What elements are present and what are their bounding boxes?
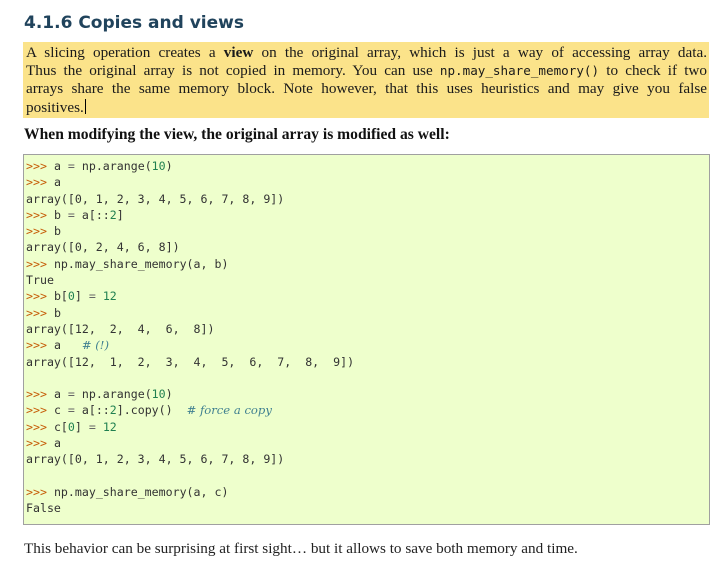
code-block[interactable]: >>> a = np.arange(10) >>> a array([0, 1,… (23, 154, 710, 525)
code-line: >>> a = np.arange(10) (26, 158, 709, 174)
operator: = (88, 419, 96, 434)
code-line: >>> b = a[::2] (26, 207, 709, 223)
code-text: b[ (53, 289, 68, 304)
code-line: >>> c[0] = 12 (26, 419, 709, 435)
code-line: >>> a (26, 174, 709, 190)
document-page: 4.1.6 Copies and views A slicing operati… (0, 0, 727, 566)
code-output: array([12, 1, 2, 3, 4, 5, 6, 7, 8, 9]) (26, 354, 355, 369)
prompt: >>> (26, 419, 47, 434)
code-text: np.arange( (74, 159, 152, 173)
intro-line-4: positives. (26, 98, 707, 117)
code-text: np.may_share_memory(a, b) (53, 256, 229, 271)
operator: = (88, 289, 96, 304)
prompt: >>> (26, 289, 47, 304)
code-line: >>> np.may_share_memory(a, c) (26, 484, 709, 500)
code-text: ] (74, 289, 89, 304)
code-text: np.may_share_memory(a, c) (53, 484, 229, 499)
code-output: False (26, 501, 61, 516)
operator: = (67, 403, 75, 418)
code-output: array([0, 2, 4, 6, 8]) (26, 240, 180, 255)
code-comment: # force a copy (186, 403, 272, 418)
number: 0 (67, 289, 75, 304)
code-text: ].copy() (116, 403, 187, 418)
code-text: a (53, 175, 61, 190)
intro-text: A slicing operation creates a (26, 44, 224, 61)
code-line: >>> a (26, 435, 709, 451)
code-text: ] (116, 207, 124, 222)
code-line: >>> a = np.arange(10) (26, 386, 709, 402)
prompt: >>> (26, 207, 47, 222)
number: 12 (102, 289, 117, 304)
code-line: >>> b (26, 223, 709, 239)
prompt: >>> (26, 159, 47, 173)
number: 0 (67, 419, 75, 434)
code-text: np.arange( (74, 387, 152, 402)
intro-line-1: A slicing operation creates a view on th… (26, 44, 707, 62)
code-text: a (53, 159, 68, 173)
prompt: >>> (26, 436, 47, 451)
prompt: >>> (26, 224, 47, 239)
code-text: a (53, 387, 68, 402)
intro-line-3: arrays share the same memory block. Note… (26, 80, 707, 98)
code-text: ] (74, 419, 89, 434)
highlighted-intro-paragraph: A slicing operation creates a view on th… (23, 42, 709, 118)
code-text: ) (165, 387, 173, 402)
prompt: >>> (26, 403, 47, 418)
number: 12 (102, 419, 117, 434)
code-text: a[:: (74, 403, 110, 418)
text-cursor (84, 98, 86, 114)
operator: = (67, 387, 75, 402)
code-output: True (26, 273, 54, 288)
inline-code-may-share-memory: np.may_share_memory() (439, 63, 600, 79)
prompt: >>> (26, 484, 47, 499)
code-text: b (53, 207, 68, 222)
number: 2 (109, 207, 117, 222)
code-text: b (53, 224, 61, 239)
code-line: >>> c = a[::2].copy() # force a copy (26, 402, 709, 418)
section-title: 4.1.6 Copies and views (24, 13, 244, 33)
intro-text: positives. (26, 98, 84, 116)
intro-line-2: Thus the original array is not copied in… (26, 62, 707, 80)
number: 10 (151, 387, 166, 402)
code-output: array([0, 1, 2, 3, 4, 5, 6, 7, 8, 9]) (26, 191, 285, 206)
prompt: >>> (26, 338, 47, 353)
closing-sentence: This behavior can be surprising at first… (24, 540, 578, 557)
operator: = (67, 207, 75, 222)
code-line: >>> b[0] = 12 (26, 288, 709, 304)
intro-text: on the original array, which is just a w… (253, 44, 707, 61)
code-line: >>> a # (!) (26, 337, 709, 353)
code-output: array([0, 1, 2, 3, 4, 5, 6, 7, 8, 9]) (26, 452, 285, 467)
prompt: >>> (26, 175, 47, 190)
intro-text: arrays share the same memory block. Note… (26, 80, 707, 98)
prompt: >>> (26, 387, 47, 402)
lead-sentence: When modifying the view, the original ar… (24, 126, 450, 143)
prompt: >>> (26, 256, 47, 271)
number: 10 (151, 159, 166, 173)
code-text: a (53, 436, 61, 451)
code-text: b (53, 305, 61, 320)
code-text: ) (165, 159, 173, 173)
code-output: array([12, 2, 4, 6, 8]) (26, 321, 215, 336)
code-text: c[ (53, 419, 68, 434)
prompt: >>> (26, 305, 47, 320)
code-text: c (53, 403, 68, 418)
operator: = (67, 159, 75, 173)
code-line: >>> b (26, 305, 709, 321)
intro-text: to check if two (599, 62, 707, 80)
code-text: a[:: (74, 207, 110, 222)
number: 2 (109, 403, 117, 418)
view-term: view (223, 44, 254, 61)
code-line: >>> np.may_share_memory(a, b) (26, 256, 709, 272)
intro-text: Thus the original array is not copied in… (26, 62, 440, 80)
code-comment: # (!) (81, 338, 109, 353)
code-text: a (53, 338, 82, 353)
